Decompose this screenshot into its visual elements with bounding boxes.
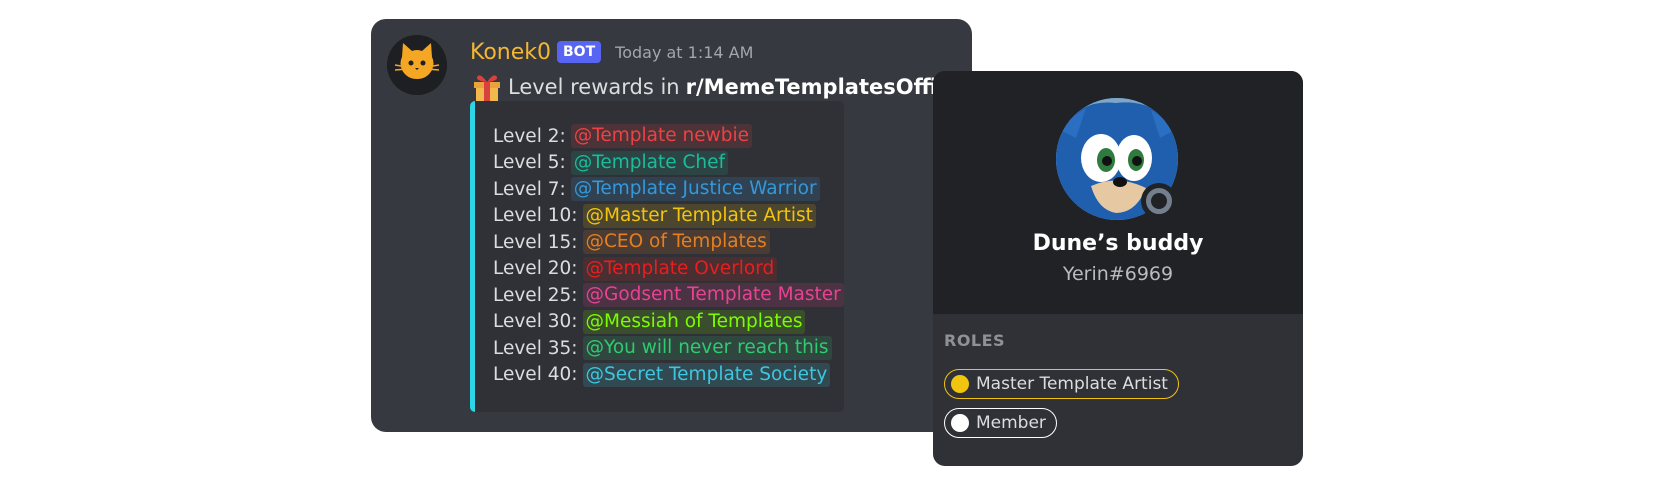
role-name: Master Template Artist <box>976 374 1168 394</box>
level-label: Level 35: <box>493 337 578 359</box>
subreddit-name: r/MemeTemplatesOfficial <box>685 75 970 99</box>
level-row: Level 2: @Template newbie <box>493 123 844 150</box>
level-row: Level 7: @Template Justice Warrior <box>493 176 844 203</box>
level-row: Level 40: @Secret Template Society <box>493 362 844 389</box>
level-row: Level 20: @Template Overlord <box>493 256 844 283</box>
roles-heading: ROLES <box>944 331 1006 350</box>
level-label: Level 15: <box>493 231 578 253</box>
role-mention[interactable]: @CEO of Templates <box>582 230 770 255</box>
gift-icon <box>474 75 500 102</box>
message-card: Konek0 BOT Today at 1:14 AM Level reward… <box>371 19 972 432</box>
role-mention[interactable]: @You will never reach this <box>582 336 832 361</box>
role-name: Member <box>976 413 1046 433</box>
offline-status-icon <box>1146 188 1172 214</box>
bot-avatar[interactable] <box>387 35 447 95</box>
level-list: Level 2: @Template newbie Level 5: @Templat… <box>493 123 844 388</box>
role-mention[interactable]: @Template newbie <box>570 124 753 149</box>
role-color-dot <box>951 414 969 432</box>
timestamp: Today at 1:14 AM <box>615 42 754 62</box>
role-color-dot <box>951 375 969 393</box>
role-mention[interactable]: @Godsent Template Master <box>582 283 844 308</box>
username[interactable]: Konek0 <box>470 40 551 65</box>
bot-badge: BOT <box>557 41 602 63</box>
level-row: Level 35: @You will never reach this <box>493 335 844 362</box>
level-label: Level 20: <box>493 258 578 280</box>
profile-popup: Dune’s buddy Yerin#6969 ROLES Master Tem… <box>933 71 1303 466</box>
level-label: Level 5: <box>493 152 566 174</box>
level-row: Level 15: @CEO of Templates <box>493 229 844 256</box>
message-header: Konek0 BOT Today at 1:14 AM <box>470 35 753 69</box>
role-pill-master-template-artist[interactable]: Master Template Artist <box>944 369 1179 399</box>
message-text-prefix: Level rewards in <box>508 75 680 99</box>
role-mention[interactable]: @Template Chef <box>570 150 729 175</box>
level-label: Level 10: <box>493 205 578 227</box>
role-mention[interactable]: @Messiah of Templates <box>582 309 806 334</box>
status-indicator <box>1141 183 1177 219</box>
level-label: Level 2: <box>493 125 566 147</box>
role-mention[interactable]: @Secret Template Society <box>582 362 831 387</box>
role-mention[interactable]: @Master Template Artist <box>582 203 816 228</box>
role-mention[interactable]: @Template Justice Warrior <box>570 177 820 202</box>
role-pill-member[interactable]: Member <box>944 408 1057 438</box>
level-row: Level 10: @Master Template Artist <box>493 203 844 230</box>
profile-display-name: Dune’s buddy <box>1032 231 1204 256</box>
level-label: Level 40: <box>493 364 578 386</box>
level-label: Level 25: <box>493 284 578 306</box>
level-label: Level 7: <box>493 178 566 200</box>
profile-user-tag: Yerin#6969 <box>1062 263 1174 285</box>
level-row: Level 5: @Template Chef <box>493 150 844 177</box>
level-label: Level 30: <box>493 311 578 333</box>
level-row: Level 30: @Messiah of Templates <box>493 309 844 336</box>
level-row: Level 25: @Godsent Template Master <box>493 282 844 309</box>
role-mention[interactable]: @Template Overlord <box>582 256 778 281</box>
level-rewards-embed: Level 2: @Template newbie Level 5: @Templat… <box>470 101 844 412</box>
cat-icon <box>387 35 447 95</box>
